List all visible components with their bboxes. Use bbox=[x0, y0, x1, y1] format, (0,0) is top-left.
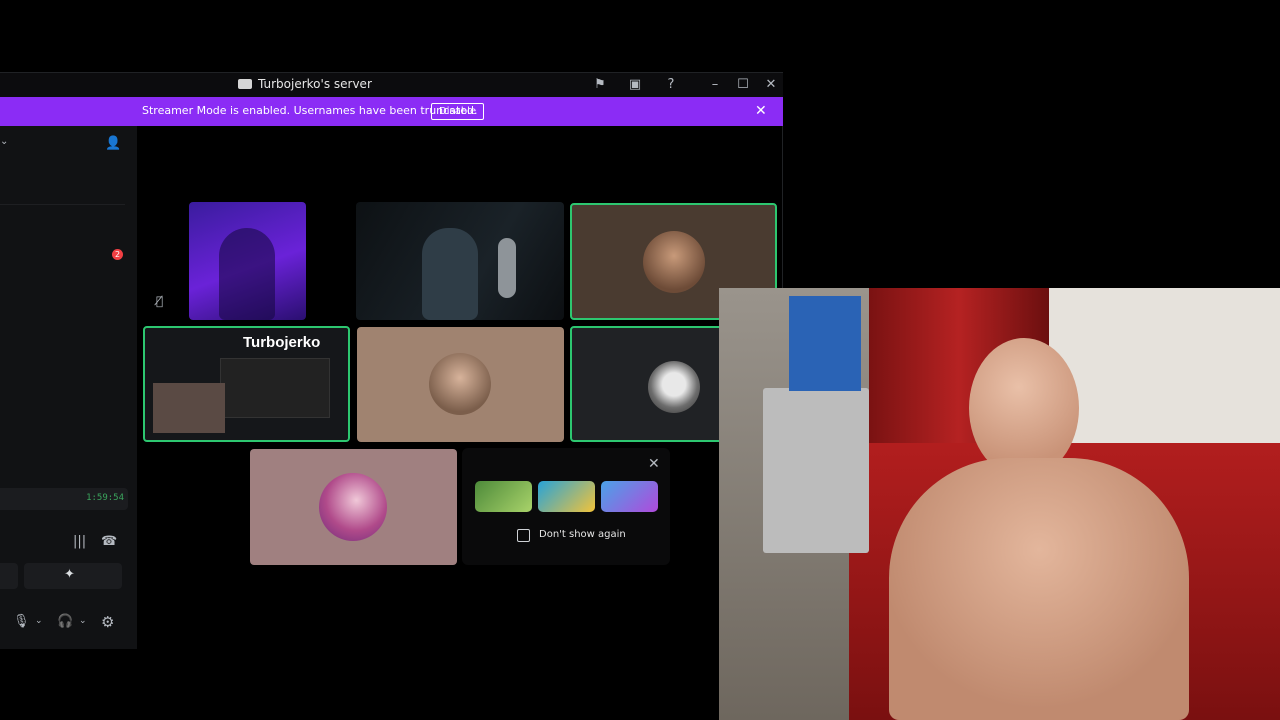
avatar-tile[interactable] bbox=[250, 449, 457, 565]
chevron-down-icon[interactable]: ⌄ bbox=[79, 616, 87, 626]
person bbox=[869, 338, 1199, 720]
voice-activity-icon[interactable]: ||| bbox=[73, 534, 86, 549]
avatar-tile[interactable] bbox=[357, 327, 564, 442]
torso bbox=[889, 458, 1189, 720]
participant-figure bbox=[422, 228, 478, 320]
disable-button[interactable]: Disable bbox=[431, 103, 485, 120]
minimize-icon[interactable]: – bbox=[706, 76, 724, 94]
flag-icon[interactable]: ⚑ bbox=[591, 76, 609, 94]
close-icon[interactable]: ✕ bbox=[648, 456, 660, 472]
raccoon-avatar bbox=[648, 361, 700, 413]
participant-avatar bbox=[319, 473, 387, 541]
microphone-icon[interactable]: 🎙 bbox=[13, 614, 30, 629]
activity-promo: ✕ Don't show again bbox=[462, 448, 670, 565]
call-timer-bar: 1:59:54 bbox=[0, 488, 128, 510]
streamer-mode-banner: Streamer Mode is enabled. Usernames have… bbox=[0, 97, 783, 126]
screen-button[interactable] bbox=[0, 563, 18, 589]
maximize-icon[interactable]: ☐ bbox=[734, 76, 752, 94]
close-banner-icon[interactable]: ✕ bbox=[755, 103, 767, 119]
shared-screen-preview bbox=[220, 358, 330, 418]
webcam-overlay bbox=[719, 288, 1280, 720]
notification-badge: 2 bbox=[112, 249, 123, 260]
mini-fridge bbox=[763, 388, 869, 553]
activity-thumbnail[interactable] bbox=[601, 481, 658, 512]
title-bar: Turbojerko's server ⚑ ▣ ? – ☐ ✕ bbox=[0, 73, 783, 97]
help-icon[interactable]: ? bbox=[662, 76, 680, 94]
head bbox=[969, 338, 1079, 478]
screen-share-label: Turbojerko bbox=[243, 334, 321, 351]
add-member-icon[interactable]: 👤 bbox=[105, 136, 121, 151]
call-timer: 1:59:54 bbox=[86, 493, 124, 503]
shared-webcam-preview bbox=[153, 383, 225, 433]
banner-message: Streamer Mode is enabled. Usernames have… bbox=[142, 104, 478, 117]
close-icon[interactable]: ✕ bbox=[762, 76, 780, 94]
activities-icon: ✦ bbox=[64, 567, 75, 582]
chevron-down-icon[interactable]: ⌄ bbox=[35, 616, 43, 626]
participant-avatar bbox=[429, 353, 491, 415]
divider bbox=[0, 204, 125, 205]
chevron-down-icon[interactable]: ⌄ bbox=[0, 136, 8, 147]
video-tile[interactable] bbox=[189, 202, 306, 320]
disconnect-icon[interactable]: ☎ bbox=[101, 534, 117, 549]
microphone-prop bbox=[498, 238, 516, 298]
sidebar: ⌄ 👤 2 1:59:54 ||| ☎ ✦ 🎙 ⌄ 🎧 ⌄ ⚙ bbox=[0, 126, 137, 649]
window-title: Turbojerko's server bbox=[238, 77, 372, 91]
activities-button[interactable]: ✦ bbox=[24, 563, 122, 589]
dont-show-again-checkbox[interactable] bbox=[517, 529, 530, 542]
server-icon bbox=[238, 79, 252, 89]
activity-thumbnail[interactable] bbox=[475, 481, 532, 512]
video-tile[interactable] bbox=[356, 202, 564, 320]
participant-figure bbox=[219, 228, 275, 320]
box bbox=[789, 296, 861, 391]
settings-gear-icon[interactable]: ⚙ bbox=[101, 613, 114, 631]
inbox-icon[interactable]: ▣ bbox=[626, 76, 644, 94]
muted-mic-icon: 🎙̸ bbox=[156, 294, 164, 308]
participant-avatar bbox=[643, 231, 705, 293]
activity-thumbnail[interactable] bbox=[538, 481, 595, 512]
dont-show-again-label[interactable]: Don't show again bbox=[539, 529, 626, 540]
headphones-icon[interactable]: 🎧 bbox=[57, 614, 73, 629]
screen-share-tile[interactable]: Turbojerko bbox=[143, 326, 350, 442]
